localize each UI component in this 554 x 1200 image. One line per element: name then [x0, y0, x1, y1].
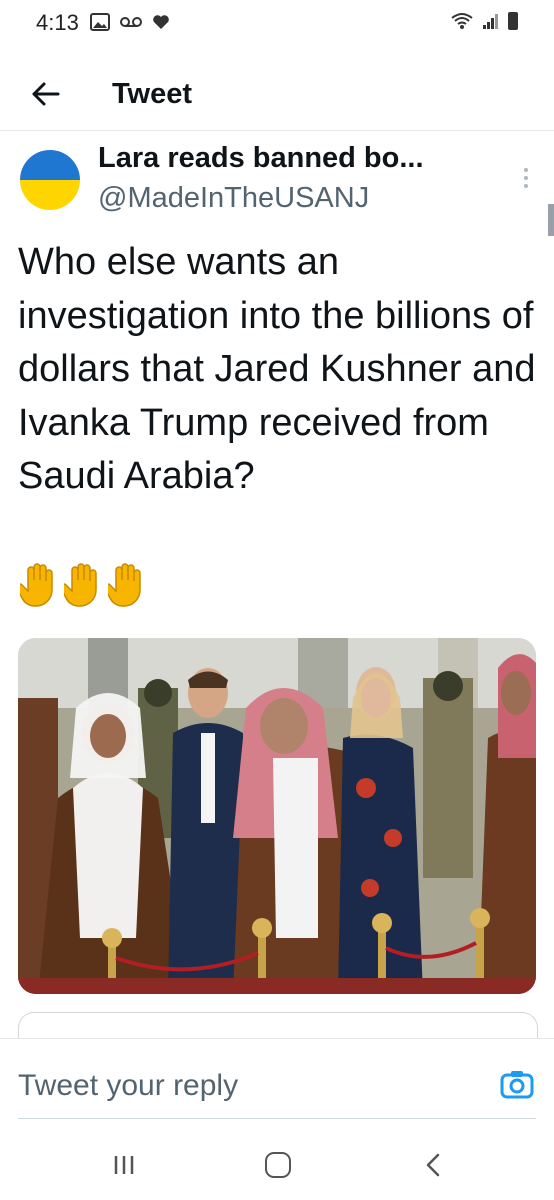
- user-handle[interactable]: @MadeInTheUSANJ: [98, 182, 369, 215]
- top-app-bar: Tweet: [0, 60, 554, 131]
- tweet-text: Who else wants an investigation into the…: [18, 241, 536, 497]
- scroll-indicator[interactable]: [548, 204, 554, 236]
- voicemail-icon: [120, 17, 142, 27]
- image-icon: [90, 13, 110, 31]
- camera-icon[interactable]: [500, 1069, 534, 1099]
- system-nav-bar: [0, 1130, 554, 1200]
- more-options-icon[interactable]: [522, 166, 530, 190]
- raised-hand-icon: [64, 563, 97, 607]
- raised-hand-icon: [108, 563, 141, 607]
- back-nav-icon[interactable]: [424, 1152, 442, 1178]
- tweet-photo[interactable]: [18, 638, 536, 994]
- recent-apps-icon[interactable]: [112, 1154, 136, 1176]
- avatar[interactable]: [20, 150, 80, 210]
- back-arrow-icon[interactable]: [28, 76, 64, 112]
- reply-input[interactable]: Tweet your reply: [18, 1069, 238, 1103]
- status-bar: 4:13: [0, 0, 554, 48]
- reply-underline: [18, 1118, 536, 1119]
- heart-icon: [153, 15, 169, 29]
- home-button[interactable]: [265, 1152, 291, 1178]
- status-right-icons: [450, 12, 518, 30]
- status-time: 4:13: [36, 10, 79, 35]
- page-title: Tweet: [112, 78, 193, 110]
- reply-bar: Tweet your reply: [0, 1038, 554, 1121]
- signal-icon: [483, 14, 498, 29]
- emoji-row: [20, 562, 146, 608]
- wifi-icon: [451, 13, 473, 29]
- status-left-icons: [90, 13, 170, 31]
- battery-icon: [508, 12, 518, 30]
- display-name[interactable]: Lara reads banned bo...: [98, 142, 424, 175]
- raised-hand-icon: [20, 563, 53, 607]
